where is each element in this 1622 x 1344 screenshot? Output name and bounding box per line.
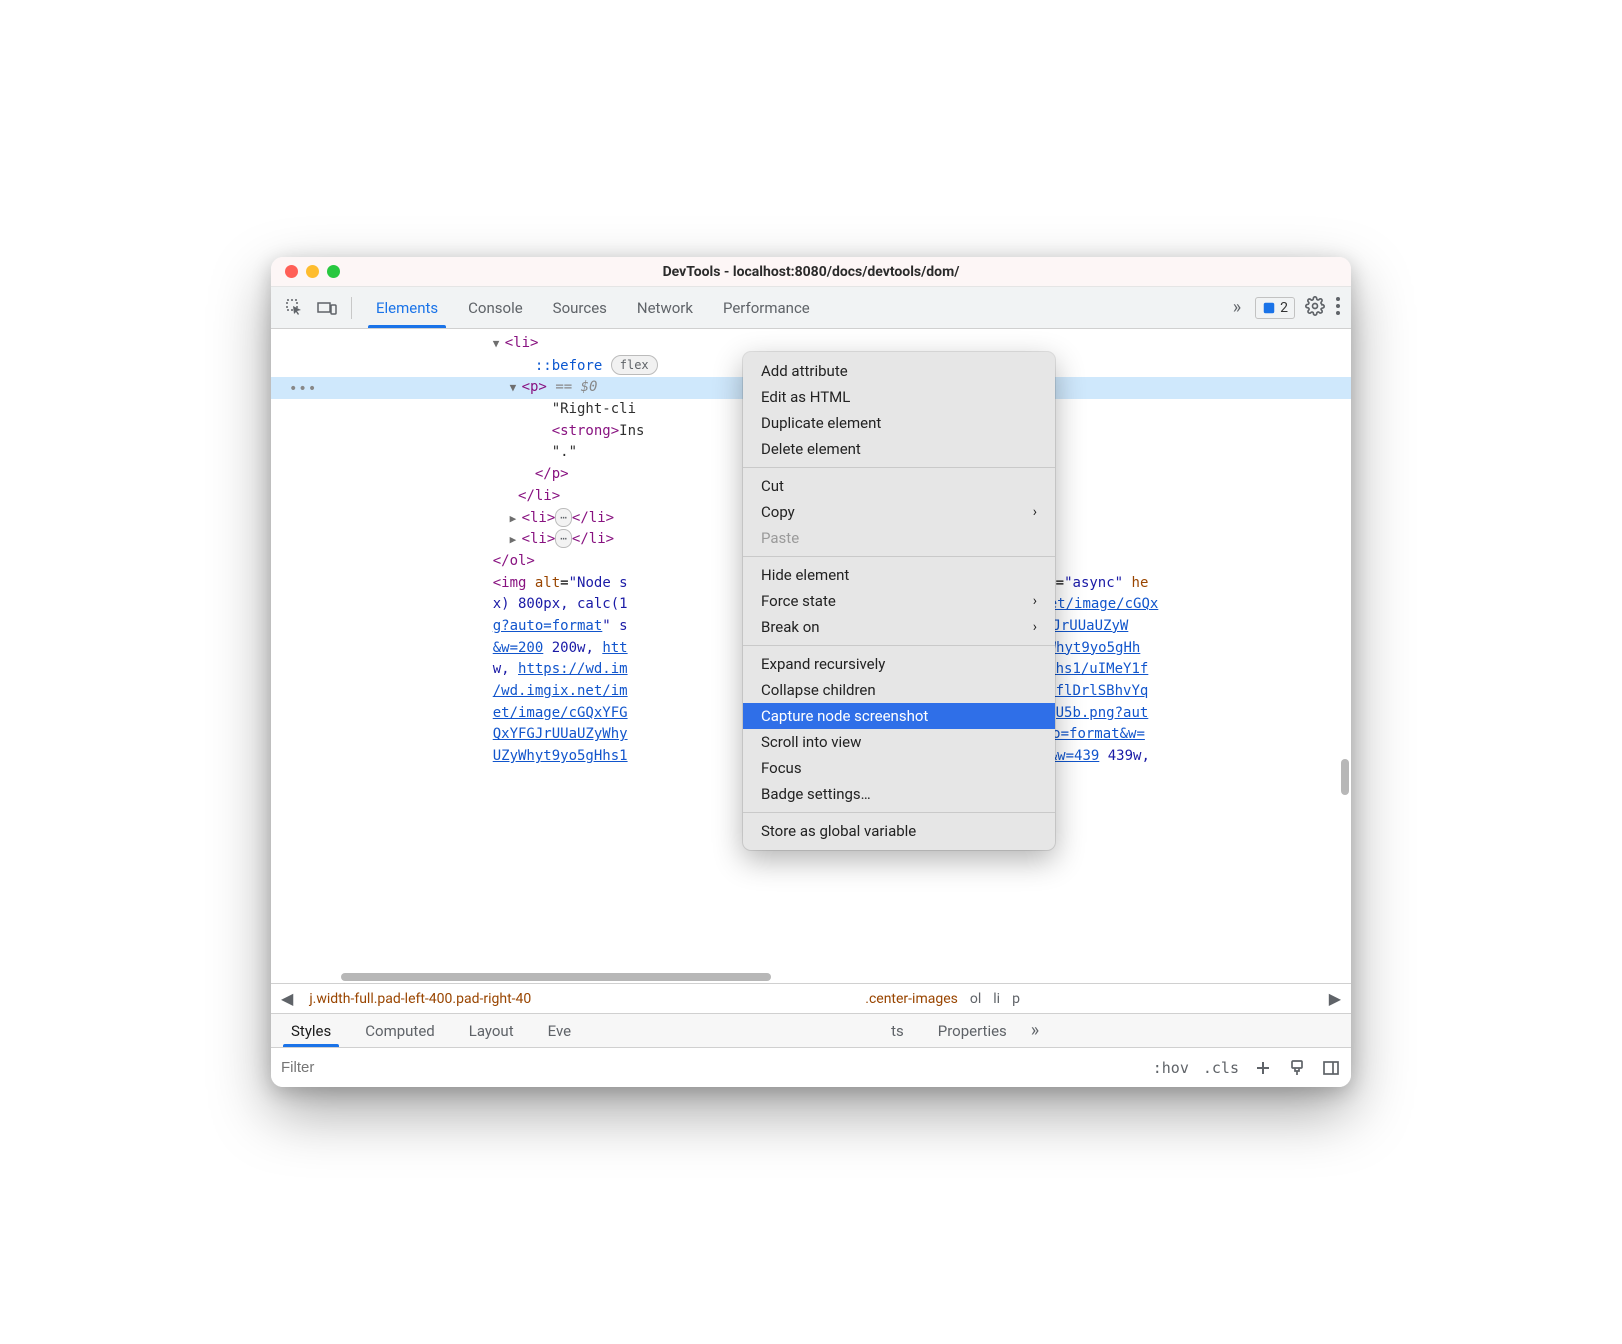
zoom-window-button[interactable] [327,265,340,278]
tab-network[interactable]: Network [623,287,707,328]
more-tabs-button[interactable]: » [1229,297,1245,318]
breadcrumb-right-arrow-icon[interactable]: ▶ [1325,989,1345,1008]
context-menu-separator [743,467,1055,468]
filter-tools: :hov .cls [1153,1058,1341,1078]
breadcrumb-item[interactable]: li [993,991,1000,1007]
context-menu-label: Expand recursively [761,655,885,673]
context-menu-separator [743,812,1055,813]
traffic-lights [285,265,340,278]
context-menu-label: Add attribute [761,362,848,380]
context-menu-label: Focus [761,759,802,777]
context-menu-item: Paste [743,525,1055,551]
collapsed-ellipsis-icon[interactable]: ⋯ [555,508,572,527]
horizontal-scrollbar[interactable] [341,973,771,981]
context-menu-item[interactable]: Duplicate element [743,410,1055,436]
context-menu-label: Edit as HTML [761,388,850,406]
window-title: DevTools - localhost:8080/docs/devtools/… [271,264,1351,280]
toolbar-separator [351,297,352,319]
subtab-styles[interactable]: Styles [277,1014,345,1047]
breadcrumb-item[interactable]: ol [970,991,981,1007]
submenu-arrow-icon: › [1033,593,1037,609]
panel-tabs: Elements Console Sources Network Perform… [362,287,824,328]
context-menu-label: Collapse children [761,681,876,699]
submenu-arrow-icon: › [1033,619,1037,635]
gutter-ellipsis-icon[interactable]: ••• [289,379,317,401]
new-style-rule-icon[interactable] [1253,1058,1273,1078]
device-toolbar-icon[interactable] [313,294,341,322]
context-menu-label: Capture node screenshot [761,707,928,725]
context-menu-label: Badge settings… [761,785,871,803]
context-menu-label: Break on [761,618,820,636]
context-menu-item[interactable]: Edit as HTML [743,384,1055,410]
context-menu-item[interactable]: Cut [743,473,1055,499]
paint-brush-icon[interactable] [1287,1058,1307,1078]
flex-badge[interactable]: flex [611,355,658,376]
styles-tabs: Styles Computed Layout Eve ts Properties… [271,1013,1351,1047]
tab-sources[interactable]: Sources [539,287,621,328]
hov-toggle[interactable]: :hov [1153,1059,1189,1077]
submenu-arrow-icon: › [1033,504,1037,520]
context-menu-label: Store as global variable [761,822,916,840]
toolbar-right: » 2 [1229,296,1341,320]
context-menu-item[interactable]: Focus [743,755,1055,781]
subtab-properties[interactable]: Properties [924,1014,1021,1047]
context-menu-item[interactable]: Add attribute [743,358,1055,384]
titlebar: DevTools - localhost:8080/docs/devtools/… [271,257,1351,287]
subtab-event-listeners[interactable]: Eve [534,1014,585,1047]
vertical-scrollbar[interactable] [1341,759,1349,795]
computed-sidebar-icon[interactable] [1321,1058,1341,1078]
tab-performance[interactable]: Performance [709,287,824,328]
subtab-computed[interactable]: Computed [351,1014,449,1047]
styles-filter-row: :hov .cls [271,1047,1351,1087]
context-menu-label: Hide element [761,566,849,584]
context-menu: Add attribute Edit as HTML Duplicate eleme… [743,352,1055,850]
context-menu-label: Delete element [761,440,861,458]
context-menu-item[interactable]: Scroll into view [743,729,1055,755]
context-menu-item[interactable]: Hide element [743,562,1055,588]
close-window-button[interactable] [285,265,298,278]
context-menu-item[interactable]: Expand recursively [743,651,1055,677]
settings-gear-icon[interactable] [1305,296,1325,320]
subtabs-more-icon[interactable]: » [1031,1020,1039,1041]
context-menu-item[interactable]: Badge settings… [743,781,1055,807]
context-menu-item[interactable]: Break on › [743,614,1055,640]
breadcrumb-item[interactable]: .center-images [865,991,958,1007]
context-menu-label: Scroll into view [761,733,861,751]
inspect-icon[interactable] [281,294,309,322]
context-menu-item[interactable]: Delete element [743,436,1055,462]
context-menu-item[interactable]: Collapse children [743,677,1055,703]
kebab-menu-icon[interactable] [1335,296,1341,320]
main-toolbar: Elements Console Sources Network Perform… [271,287,1351,329]
context-menu-label: Force state [761,592,836,610]
filter-input[interactable] [281,1059,501,1076]
context-menu-label: Cut [761,477,784,495]
collapsed-ellipsis-icon[interactable]: ⋯ [555,529,572,548]
tab-elements[interactable]: Elements [362,287,452,328]
breadcrumb: ◀ j.width-full.pad-left-400.pad-right-40… [271,983,1351,1013]
subtab-trailing[interactable]: ts [877,1014,918,1047]
context-menu-label: Duplicate element [761,414,881,432]
context-menu-item[interactable]: Force state › [743,588,1055,614]
breadcrumb-left-arrow-icon[interactable]: ◀ [277,989,297,1008]
devtools-window: DevTools - localhost:8080/docs/devtools/… [271,257,1351,1087]
issues-badge[interactable]: 2 [1255,297,1295,319]
context-menu-separator [743,645,1055,646]
minimize-window-button[interactable] [306,265,319,278]
breadcrumb-item[interactable]: p [1012,991,1020,1007]
context-menu-item[interactable]: Capture node screenshot [743,703,1055,729]
context-menu-item[interactable]: Store as global variable [743,818,1055,844]
cls-toggle[interactable]: .cls [1203,1059,1239,1077]
issues-count: 2 [1280,300,1288,316]
context-menu-separator [743,556,1055,557]
tab-console[interactable]: Console [454,287,537,328]
subtab-layout[interactable]: Layout [455,1014,528,1047]
context-menu-label: Paste [761,529,799,547]
context-menu-item[interactable]: Copy › [743,499,1055,525]
breadcrumb-item[interactable]: j.width-full.pad-left-400.pad-right-40 [309,991,531,1007]
context-menu-label: Copy [761,503,795,521]
